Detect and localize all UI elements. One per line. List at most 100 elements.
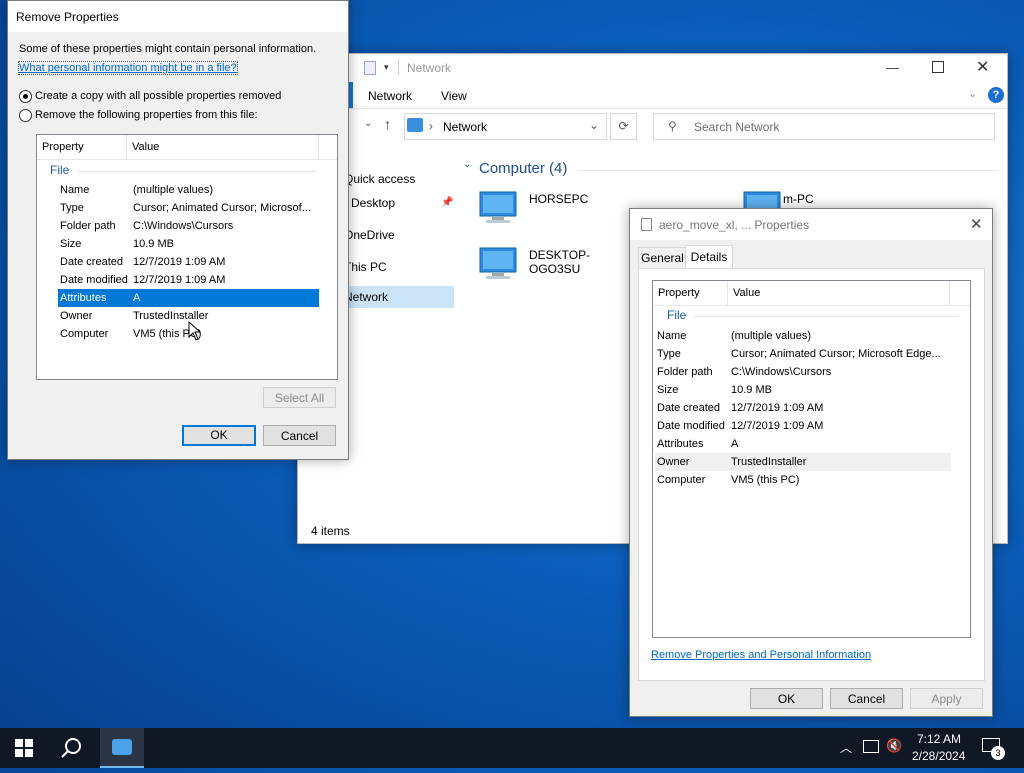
property-name: Name: [657, 330, 687, 342]
radio-unselected-icon: [19, 109, 32, 122]
property-value: 12/7/2019 1:09 AM: [731, 402, 824, 414]
property-value: TrustedInstaller: [731, 456, 807, 468]
property-row[interactable]: Folder path C:\Windows\Cursors: [58, 217, 319, 235]
cancel-button[interactable]: Cancel: [830, 688, 903, 709]
header-value[interactable]: Value: [127, 135, 319, 159]
computer-name: DESKTOP-OGO3SU: [529, 248, 591, 276]
dialog-title: aero_move_xl, ... Properties: [659, 218, 810, 232]
select-all-button[interactable]: Select All: [263, 387, 336, 408]
property-name: Owner: [657, 456, 690, 468]
property-value: 10.9 MB: [133, 238, 174, 250]
property-name: Name: [60, 184, 90, 196]
explorer-title: Network: [407, 61, 452, 75]
clock-date[interactable]: 2/28/2024: [912, 749, 965, 763]
property-row[interactable]: Date created 12/7/2019 1:09 AM: [655, 399, 951, 417]
details-property-list[interactable]: Property Value File Name (multiple values…: [652, 280, 971, 638]
minimize-button[interactable]: —: [886, 60, 899, 75]
network-status-icon[interactable]: [863, 740, 879, 753]
help-icon[interactable]: ?: [988, 87, 1004, 103]
property-row[interactable]: Name (multiple values): [58, 181, 319, 199]
tab-network[interactable]: Network: [368, 89, 412, 103]
group-line: [77, 171, 317, 172]
computer-item[interactable]: HORSEPC: [478, 186, 628, 236]
header-property[interactable]: Property: [653, 281, 728, 305]
property-name: Date created: [60, 256, 123, 268]
volume-muted-icon[interactable]: 🔇: [886, 738, 902, 754]
property-value: VM5 (this PC): [731, 474, 800, 486]
property-row[interactable]: Name (multiple values): [655, 327, 951, 345]
taskbar-app-explorer[interactable]: [100, 728, 144, 768]
property-row[interactable]: Type Cursor; Animated Cursor; Microsoft E…: [655, 345, 951, 363]
property-row[interactable]: Size 10.9 MB: [58, 235, 319, 253]
computer-name: m-PC: [783, 192, 814, 206]
property-name: Date created: [657, 402, 720, 414]
group-header[interactable]: Computer (4): [479, 160, 567, 177]
property-row[interactable]: Date modified 12/7/2019 1:09 AM: [655, 417, 951, 435]
group-collapse-icon[interactable]: ⌄: [463, 159, 471, 170]
property-row[interactable]: Attributes A: [58, 289, 319, 307]
property-row[interactable]: Owner TrustedInstaller: [655, 453, 951, 471]
notification-center-button[interactable]: 3: [982, 738, 1005, 760]
property-row[interactable]: Folder path C:\Windows\Cursors: [655, 363, 951, 381]
group-divider: [578, 170, 998, 171]
dropdown-arrow-icon[interactable]: ▾: [384, 62, 389, 73]
property-name: Size: [657, 384, 679, 396]
tab-label: General: [641, 251, 684, 265]
property-name: Attributes: [60, 292, 107, 304]
ok-button[interactable]: OK: [182, 425, 256, 446]
search-box[interactable]: ⚲ Search Network: [653, 113, 995, 140]
maximize-button[interactable]: [932, 61, 944, 73]
tab-panel: Property Value File Name (multiple values…: [638, 268, 985, 681]
apply-button[interactable]: Apply: [910, 688, 983, 709]
close-button[interactable]: ✕: [976, 57, 989, 77]
ok-button[interactable]: OK: [750, 688, 823, 709]
address-dropdown-icon[interactable]: ⌄: [589, 118, 599, 132]
property-row[interactable]: Attributes A: [655, 435, 951, 453]
tab-details[interactable]: Details: [685, 245, 733, 270]
property-row[interactable]: Computer VM5 (this PC): [655, 471, 951, 489]
property-row[interactable]: Date modified 12/7/2019 1:09 AM: [58, 271, 319, 289]
option-copy-radio[interactable]: Create a copy with all possible properti…: [19, 90, 319, 106]
property-value: TrustedInstaller: [133, 310, 209, 322]
personal-info-link[interactable]: What personal information might be in a …: [18, 61, 238, 75]
ribbon-tabs: Network View ⌄ ?: [298, 82, 1007, 109]
property-row[interactable]: Size 10.9 MB: [655, 381, 951, 399]
search-button[interactable]: [50, 728, 94, 768]
close-button[interactable]: ✕: [970, 215, 983, 233]
remove-properties-link[interactable]: Remove Properties and Personal Informati…: [651, 649, 871, 661]
header-value[interactable]: Value: [728, 281, 950, 305]
tab-view[interactable]: View: [441, 89, 467, 103]
status-bar-count: 4 items: [311, 524, 350, 538]
property-value: C:\Windows\Cursors: [731, 366, 832, 378]
file-icon: [641, 218, 652, 231]
option-remove-radio[interactable]: Remove the following properties from thi…: [19, 109, 319, 125]
refresh-button[interactable]: ⟳: [610, 113, 637, 140]
cancel-button[interactable]: Cancel: [263, 425, 336, 446]
chevron-down-icon[interactable]: ⌄: [968, 87, 977, 100]
property-value: (multiple values): [133, 184, 214, 196]
computer-icon: [479, 191, 517, 223]
header-property[interactable]: Property: [37, 135, 127, 159]
remove-property-list[interactable]: Property Value File Name (multiple values…: [36, 134, 338, 380]
list-header: Property Value: [653, 281, 970, 306]
tab-general[interactable]: General: [638, 247, 687, 269]
quick-access-toolbar-icon[interactable]: [364, 61, 376, 75]
breadcrumb-separator-icon: ›: [429, 119, 433, 133]
search-input[interactable]: Search Network: [694, 120, 779, 134]
property-row[interactable]: Date created 12/7/2019 1:09 AM: [58, 253, 319, 271]
property-name: Date modified: [60, 274, 128, 286]
clock-time[interactable]: 7:12 AM: [917, 732, 961, 746]
property-value: C:\Windows\Cursors: [133, 220, 234, 232]
dialog-title: Remove Properties: [16, 10, 119, 24]
up-arrow-icon[interactable]: ↑: [384, 116, 391, 132]
property-name: Owner: [60, 310, 93, 322]
property-row[interactable]: Type Cursor; Animated Cursor; Microsof...: [58, 199, 319, 217]
start-button[interactable]: [2, 728, 46, 768]
recent-locations-icon[interactable]: ⌄: [364, 118, 372, 129]
show-hidden-icons-icon[interactable]: ︿: [840, 739, 852, 756]
group-label: File: [50, 163, 70, 177]
address-bar[interactable]: › Network ⌄: [404, 113, 607, 140]
nav-bar: ⌄ ↑ › Network ⌄ ⟳ ⚲ Search Network: [298, 112, 1007, 142]
list-header: Property Value: [37, 135, 337, 160]
computer-item[interactable]: DESKTOP-OGO3SU: [478, 242, 638, 292]
